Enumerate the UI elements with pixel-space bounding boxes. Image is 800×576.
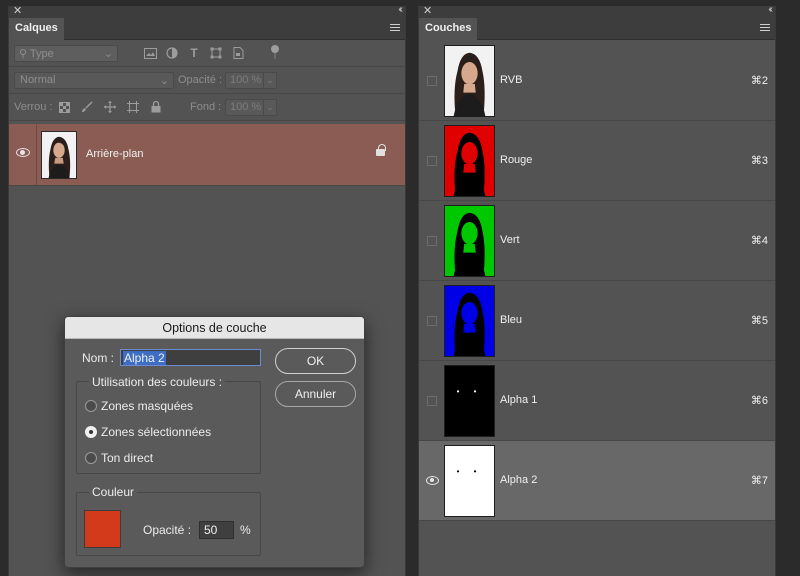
collapse-icon[interactable]: ‹‹ <box>768 4 772 15</box>
channel-shortcut: ⌘3 <box>750 155 768 167</box>
channel-name[interactable]: Alpha 1 <box>500 394 537 406</box>
mask-dots: • • <box>456 467 483 476</box>
lock-row: Verrou : Fond : 100 % ⌄ <box>9 94 405 121</box>
channel-thumbnail: • • <box>444 365 495 437</box>
filter-toggle-icon[interactable] <box>271 45 279 59</box>
color-legend: Couleur <box>89 485 138 499</box>
layer-lock-icon <box>376 144 386 156</box>
fill-dropdown-icon[interactable]: ⌄ <box>263 99 277 116</box>
lock-position-icon[interactable] <box>102 100 118 114</box>
layer-options-dialog: Options de couche Nom : Alpha 2 OK Annul… <box>64 316 365 568</box>
ok-button[interactable]: OK <box>275 348 356 374</box>
lock-icons <box>56 100 164 114</box>
panel-menu-icon[interactable] <box>760 24 770 33</box>
panel-menu-icon[interactable] <box>390 24 400 33</box>
channel-row[interactable]: Bleu ⌘5 <box>419 281 775 361</box>
mask-dots: • • <box>456 387 483 396</box>
filter-icons: T <box>142 46 246 60</box>
radio-ton-direct[interactable] <box>85 452 97 464</box>
visibility-eye-icon[interactable] <box>16 148 30 157</box>
layer-thumbnail <box>41 131 77 179</box>
cancel-button[interactable]: Annuler <box>275 381 356 407</box>
channels-panel: ✕ ‹‹ Couches RVB ⌘2 Rouge ⌘3 Vert ⌘4 Bleu ⌘5 • •… <box>418 4 776 576</box>
layer-name[interactable]: Arrière-plan <box>86 148 143 160</box>
name-input-value: Alpha 2 <box>123 351 166 365</box>
blend-mode-select[interactable]: Normal ⌄ <box>14 72 174 89</box>
lock-transparent-pixels-icon[interactable] <box>56 100 72 114</box>
filter-kind-label: Type <box>29 48 54 60</box>
chevron-down-icon: ⌄ <box>159 75 169 87</box>
shape-filter-icon[interactable] <box>208 46 224 60</box>
channel-row[interactable]: Vert ⌘4 <box>419 201 775 281</box>
layer-kind-filter[interactable]: ⚲ Type ⌄ <box>14 45 118 62</box>
adjustment-filter-icon[interactable] <box>164 46 180 60</box>
opacity-dropdown-icon[interactable]: ⌄ <box>263 72 277 89</box>
channel-thumbnail <box>444 125 495 197</box>
color-swatch[interactable] <box>84 510 121 548</box>
channel-thumbnail <box>444 45 495 117</box>
layer-divider <box>36 124 37 185</box>
lock-all-icon[interactable] <box>148 100 164 114</box>
channel-thumbnail <box>444 205 495 277</box>
radio-label-zones-selectionnees[interactable]: Zones sélectionnées <box>101 425 211 439</box>
close-icon[interactable]: ✕ <box>423 4 432 17</box>
layer-filter-row: ⚲ Type ⌄ T <box>9 40 405 67</box>
portrait-image <box>42 132 76 178</box>
channel-row[interactable]: RVB ⌘2 <box>419 41 775 121</box>
collapse-icon[interactable]: ‹‹ <box>398 4 402 15</box>
layer-row[interactable]: Arrière-plan <box>9 124 405 186</box>
visibility-toggle[interactable] <box>427 236 437 246</box>
radio-label-ton-direct[interactable]: Ton direct <box>101 451 153 465</box>
channel-name[interactable]: RVB <box>500 74 522 86</box>
dialog-opacity-input[interactable]: 50 <box>199 521 234 539</box>
lock-label: Verrou : <box>14 101 53 113</box>
fill-label: Fond : <box>190 101 222 113</box>
blend-mode-value: Normal <box>20 74 56 86</box>
visibility-toggle[interactable] <box>427 156 437 166</box>
channel-shortcut: ⌘4 <box>750 235 768 247</box>
close-icon[interactable]: ✕ <box>13 4 22 17</box>
panel-tabbar: Couches <box>419 18 775 40</box>
dialog-opacity-label: Opacité : <box>143 523 192 537</box>
channel-name[interactable]: Bleu <box>500 314 522 326</box>
visibility-toggle[interactable] <box>427 76 437 86</box>
channel-name[interactable]: Alpha 2 <box>500 474 537 486</box>
name-label: Nom : <box>82 351 115 365</box>
radio-zones-masquees[interactable] <box>85 400 97 412</box>
channel-shortcut: ⌘5 <box>750 315 768 327</box>
color-usage-legend: Utilisation des couleurs : <box>89 375 226 389</box>
channel-row[interactable]: Rouge ⌘3 <box>419 121 775 201</box>
channel-row[interactable]: • • Alpha 1 ⌘6 <box>419 361 775 441</box>
chevron-down-icon: ⌄ <box>103 48 113 60</box>
channel-shortcut: ⌘7 <box>750 475 768 487</box>
search-icon: ⚲ <box>19 48 30 60</box>
panel-topbar: ✕ ‹‹ <box>9 4 405 18</box>
panel-tabbar: Calques <box>9 18 405 40</box>
channel-thumbnail: • • <box>444 445 495 517</box>
name-input[interactable]: Alpha 2 <box>120 349 261 366</box>
channel-thumbnail <box>444 285 495 357</box>
channel-shortcut: ⌘2 <box>750 75 768 87</box>
opacity-label: Opacité : <box>178 74 223 86</box>
tab-couches[interactable]: Couches <box>419 18 478 40</box>
channel-name[interactable]: Vert <box>500 234 520 246</box>
panel-topbar: ✕ ‹‹ <box>419 4 775 18</box>
smart-object-filter-icon[interactable] <box>230 46 246 60</box>
image-filter-icon[interactable] <box>142 46 158 60</box>
visibility-eye-icon[interactable] <box>426 476 439 485</box>
radio-zones-selectionnees[interactable] <box>85 426 97 438</box>
lock-artboard-icon[interactable] <box>125 100 141 114</box>
lock-image-pixels-icon[interactable] <box>79 100 95 114</box>
channel-row[interactable]: • • Alpha 2 ⌘7 <box>419 441 775 521</box>
blend-row: Normal ⌄ Opacité : 100 % ⌄ <box>9 67 405 94</box>
channel-name[interactable]: Rouge <box>500 154 532 166</box>
visibility-toggle[interactable] <box>427 396 437 406</box>
percent-unit: % <box>240 523 251 537</box>
visibility-toggle[interactable] <box>427 316 437 326</box>
tab-calques[interactable]: Calques <box>9 18 64 40</box>
dialog-title: Options de couche <box>65 317 364 339</box>
type-filter-icon[interactable]: T <box>186 46 202 60</box>
radio-label-zones-masquees[interactable]: Zones masquées <box>101 399 193 413</box>
channel-shortcut: ⌘6 <box>750 395 768 407</box>
